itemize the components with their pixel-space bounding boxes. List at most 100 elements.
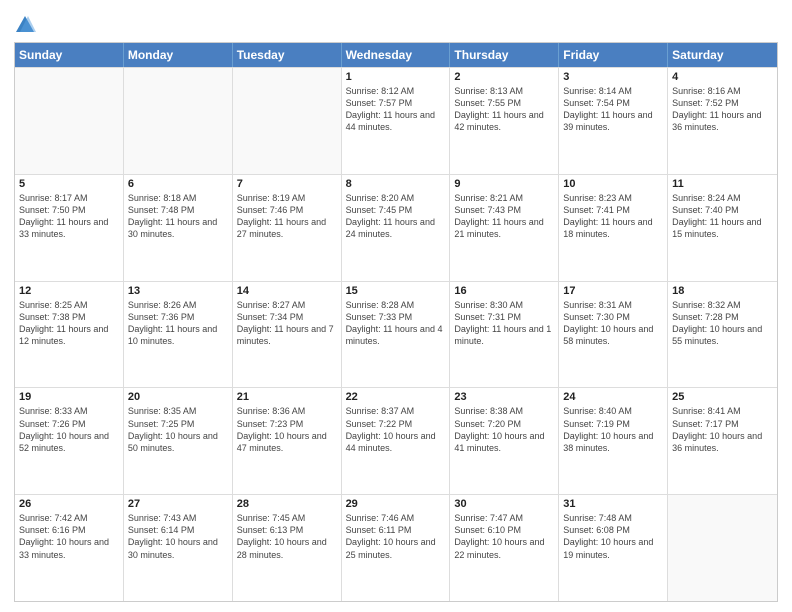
calendar-cell: 29 Sunrise: 7:46 AM Sunset: 6:11 PM Dayli…: [342, 495, 451, 601]
calendar-cell: 28Sunrise: 7:45 AM Sunset: 6:13 PM Dayli…: [233, 495, 342, 601]
calendar-row-3: 19 Sunrise: 8:33 AM Sunset: 7:26 PM Dayli…: [15, 387, 777, 494]
calendar-cell: 25 Sunrise: 8:41 AM Sunset: 7:17 PM Dayli…: [668, 388, 777, 494]
cell-info: Sunrise: 8:27 AM Sunset: 7:34 PM Dayligh…: [237, 299, 337, 348]
calendar-cell: 10 Sunrise: 8:23 AM Sunset: 7:41 PM Dayli…: [559, 175, 668, 281]
cell-info: Sunrise: 8:32 AM Sunset: 7:28 PM Dayligh…: [672, 299, 773, 348]
cell-info: Sunrise: 7:47 AM Sunset: 6:10 PM Dayligh…: [454, 512, 554, 561]
calendar: SundayMondayTuesdayWednesdayThursdayFrid…: [14, 42, 778, 602]
cell-date: 17: [563, 285, 663, 297]
cell-info: Sunrise: 8:26 AM Sunset: 7:36 PM Dayligh…: [128, 299, 228, 348]
calendar-cell: 9 Sunrise: 8:21 AM Sunset: 7:43 PM Daylig…: [450, 175, 559, 281]
cell-info: Sunrise: 8:25 AM Sunset: 7:38 PM Dayligh…: [19, 299, 119, 348]
calendar-cell: 22 Sunrise: 8:37 AM Sunset: 7:22 PM Dayli…: [342, 388, 451, 494]
cell-date: 16: [454, 285, 554, 297]
cell-date: 10: [563, 178, 663, 190]
cell-info: Sunrise: 7:43 AM Sunset: 6:14 PM Dayligh…: [128, 512, 228, 561]
cell-info: Sunrise: 8:23 AM Sunset: 7:41 PM Dayligh…: [563, 192, 663, 241]
cell-date: 2: [454, 71, 554, 83]
cell-date: 19: [19, 391, 119, 403]
cell-date: 25: [672, 391, 773, 403]
cell-info: Sunrise: 8:30 AM Sunset: 7:31 PM Dayligh…: [454, 299, 554, 348]
calendar-row-0: 1 Sunrise: 8:12 AM Sunset: 7:57 PM Daylig…: [15, 67, 777, 174]
weekday-header-wednesday: Wednesday: [342, 43, 451, 67]
logo: [14, 14, 40, 36]
cell-date: 5: [19, 178, 119, 190]
page-header: [14, 10, 778, 36]
cell-info: Sunrise: 8:17 AM Sunset: 7:50 PM Dayligh…: [19, 192, 119, 241]
calendar-header-row: SundayMondayTuesdayWednesdayThursdayFrid…: [15, 43, 777, 67]
cell-date: 12: [19, 285, 119, 297]
calendar-cell: 12 Sunrise: 8:25 AM Sunset: 7:38 PM Dayli…: [15, 282, 124, 388]
cell-info: Sunrise: 8:41 AM Sunset: 7:17 PM Dayligh…: [672, 405, 773, 454]
cell-date: 23: [454, 391, 554, 403]
cell-date: 9: [454, 178, 554, 190]
cell-date: 21: [237, 391, 337, 403]
cell-date: 15: [346, 285, 446, 297]
calendar-cell: 16 Sunrise: 8:30 AM Sunset: 7:31 PM Dayli…: [450, 282, 559, 388]
calendar-cell: [233, 68, 342, 174]
cell-info: Sunrise: 8:35 AM Sunset: 7:25 PM Dayligh…: [128, 405, 228, 454]
calendar-row-2: 12 Sunrise: 8:25 AM Sunset: 7:38 PM Dayli…: [15, 281, 777, 388]
calendar-cell: 13Sunrise: 8:26 AM Sunset: 7:36 PM Dayli…: [124, 282, 233, 388]
calendar-cell: 6 Sunrise: 8:18 AM Sunset: 7:48 PM Daylig…: [124, 175, 233, 281]
cell-info: Sunrise: 8:28 AM Sunset: 7:33 PM Dayligh…: [346, 299, 446, 348]
cell-date: 14: [237, 285, 337, 297]
calendar-row-4: 26Sunrise: 7:42 AM Sunset: 6:16 PM Dayli…: [15, 494, 777, 601]
calendar-cell: 21 Sunrise: 8:36 AM Sunset: 7:23 PM Dayli…: [233, 388, 342, 494]
cell-info: Sunrise: 8:24 AM Sunset: 7:40 PM Dayligh…: [672, 192, 773, 241]
cell-date: 28: [237, 498, 337, 510]
cell-date: 7: [237, 178, 337, 190]
calendar-cell: 18 Sunrise: 8:32 AM Sunset: 7:28 PM Dayli…: [668, 282, 777, 388]
cell-info: Sunrise: 8:33 AM Sunset: 7:26 PM Dayligh…: [19, 405, 119, 454]
logo-icon: [14, 14, 36, 36]
calendar-cell: 7Sunrise: 8:19 AM Sunset: 7:46 PM Daylig…: [233, 175, 342, 281]
calendar-cell: 14 Sunrise: 8:27 AM Sunset: 7:34 PM Dayli…: [233, 282, 342, 388]
cell-info: Sunrise: 8:13 AM Sunset: 7:55 PM Dayligh…: [454, 85, 554, 134]
cell-info: Sunrise: 7:46 AM Sunset: 6:11 PM Dayligh…: [346, 512, 446, 561]
calendar-body: 1 Sunrise: 8:12 AM Sunset: 7:57 PM Daylig…: [15, 67, 777, 601]
cell-date: 6: [128, 178, 228, 190]
calendar-cell: 24Sunrise: 8:40 AM Sunset: 7:19 PM Dayli…: [559, 388, 668, 494]
cell-date: 1: [346, 71, 446, 83]
cell-date: 22: [346, 391, 446, 403]
cell-info: Sunrise: 8:37 AM Sunset: 7:22 PM Dayligh…: [346, 405, 446, 454]
calendar-cell: 17 Sunrise: 8:31 AM Sunset: 7:30 PM Dayli…: [559, 282, 668, 388]
calendar-cell: 5 Sunrise: 8:17 AM Sunset: 7:50 PM Daylig…: [15, 175, 124, 281]
calendar-cell: 19 Sunrise: 8:33 AM Sunset: 7:26 PM Dayli…: [15, 388, 124, 494]
cell-date: 27: [128, 498, 228, 510]
cell-info: Sunrise: 8:21 AM Sunset: 7:43 PM Dayligh…: [454, 192, 554, 241]
cell-info: Sunrise: 8:14 AM Sunset: 7:54 PM Dayligh…: [563, 85, 663, 134]
cell-date: 11: [672, 178, 773, 190]
weekday-header-saturday: Saturday: [668, 43, 777, 67]
cell-date: 3: [563, 71, 663, 83]
calendar-row-1: 5 Sunrise: 8:17 AM Sunset: 7:50 PM Daylig…: [15, 174, 777, 281]
calendar-cell: 23 Sunrise: 8:38 AM Sunset: 7:20 PM Dayli…: [450, 388, 559, 494]
calendar-cell: 20 Sunrise: 8:35 AM Sunset: 7:25 PM Dayli…: [124, 388, 233, 494]
cell-info: Sunrise: 8:16 AM Sunset: 7:52 PM Dayligh…: [672, 85, 773, 134]
cell-info: Sunrise: 8:20 AM Sunset: 7:45 PM Dayligh…: [346, 192, 446, 241]
cell-info: Sunrise: 8:36 AM Sunset: 7:23 PM Dayligh…: [237, 405, 337, 454]
weekday-header-monday: Monday: [124, 43, 233, 67]
calendar-cell: 3 Sunrise: 8:14 AM Sunset: 7:54 PM Daylig…: [559, 68, 668, 174]
calendar-cell: 30 Sunrise: 7:47 AM Sunset: 6:10 PM Dayli…: [450, 495, 559, 601]
cell-date: 18: [672, 285, 773, 297]
cell-date: 29: [346, 498, 446, 510]
cell-info: Sunrise: 7:42 AM Sunset: 6:16 PM Dayligh…: [19, 512, 119, 561]
weekday-header-tuesday: Tuesday: [233, 43, 342, 67]
cell-date: 30: [454, 498, 554, 510]
cell-info: Sunrise: 8:38 AM Sunset: 7:20 PM Dayligh…: [454, 405, 554, 454]
cell-info: Sunrise: 8:18 AM Sunset: 7:48 PM Dayligh…: [128, 192, 228, 241]
calendar-cell: 31Sunrise: 7:48 AM Sunset: 6:08 PM Dayli…: [559, 495, 668, 601]
calendar-cell: 15 Sunrise: 8:28 AM Sunset: 7:33 PM Dayli…: [342, 282, 451, 388]
cell-info: Sunrise: 8:31 AM Sunset: 7:30 PM Dayligh…: [563, 299, 663, 348]
calendar-cell: 4Sunrise: 8:16 AM Sunset: 7:52 PM Daylig…: [668, 68, 777, 174]
calendar-cell: 1 Sunrise: 8:12 AM Sunset: 7:57 PM Daylig…: [342, 68, 451, 174]
calendar-cell: [668, 495, 777, 601]
cell-date: 20: [128, 391, 228, 403]
weekday-header-friday: Friday: [559, 43, 668, 67]
cell-info: Sunrise: 8:12 AM Sunset: 7:57 PM Dayligh…: [346, 85, 446, 134]
calendar-cell: [15, 68, 124, 174]
cell-date: 31: [563, 498, 663, 510]
calendar-cell: 2 Sunrise: 8:13 AM Sunset: 7:55 PM Daylig…: [450, 68, 559, 174]
cell-info: Sunrise: 8:40 AM Sunset: 7:19 PM Dayligh…: [563, 405, 663, 454]
